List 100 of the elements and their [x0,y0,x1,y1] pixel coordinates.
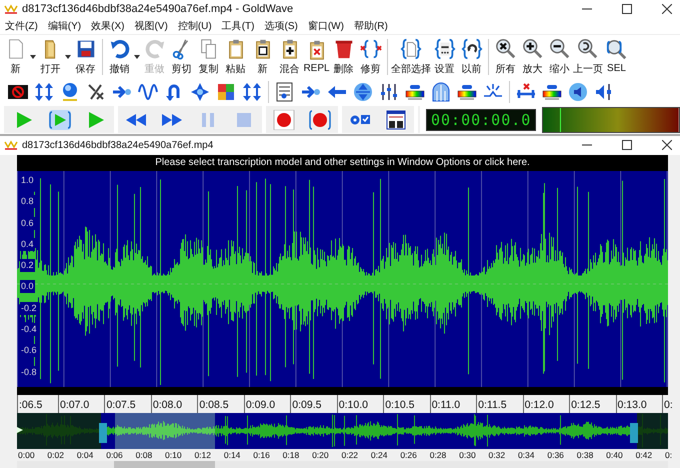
sphere-icon[interactable] [60,82,80,102]
play-bracket-icon [48,110,72,130]
toolbar-button[interactable]: 删除 [330,38,357,76]
updown-arrows-icon[interactable] [34,82,54,102]
toolbar-button[interactable]: 粘贴 [222,38,249,76]
color-square-icon[interactable] [216,82,236,102]
time-label: 0:20 [312,448,330,461]
toolbar-button[interactable]: 打开 [37,38,64,76]
caret-icon[interactable] [65,54,71,59]
toolbar-button[interactable]: 撤销 [106,38,133,76]
toolbar-button[interactable]: 复制 [195,38,222,76]
time-label: 0:12.5 [570,398,600,411]
toolbar-button[interactable]: 缩小 [546,38,573,76]
time-label: 0:24 [370,448,388,461]
star-icon[interactable] [190,82,210,102]
menu-item[interactable]: 帮助(R) [348,18,393,33]
horizontal-scrollbar[interactable] [17,460,668,468]
time-label: 0:30 [459,448,477,461]
select-dots-icon [434,38,456,60]
window-icon [384,110,408,130]
amplitude-label: 0.6 [20,216,35,230]
staff-note-icon[interactable] [275,82,295,102]
time-label: 0:26 [400,448,418,461]
sine-wave-icon[interactable] [138,82,158,102]
toolbar-button[interactable]: 保存 [72,38,99,76]
toolbar-button[interactable]: 放大 [519,38,546,76]
window-title: d8173cf136d46bdbf38a24e5490a76ef.mp4 - GoldWave [22,2,294,15]
toolbar-button[interactable]: 修剪 [357,38,384,76]
toolbar-button[interactable]: SEL [603,39,630,74]
menu-item[interactable]: 控制(U) [172,18,217,33]
cross-lines-icon[interactable] [86,82,106,102]
record-icon [272,110,296,130]
speaker-icon[interactable] [568,82,588,102]
zoom-minus-icon [548,38,570,60]
time-label: :06.5 [18,398,42,411]
sliders-icon[interactable] [379,82,399,102]
waveform-logo-icon [4,140,18,150]
menu-item[interactable]: 选项(S) [259,18,303,33]
time-label: 0:32 [488,448,506,461]
amplitude-label: 0.0 [20,280,35,294]
zoom-bracket-icon [606,39,628,62]
amplitude-label: 0.8 [20,195,35,208]
time-label: 0:12 [194,448,212,461]
time-label: 0:36 [547,448,565,461]
toolbar-button[interactable]: 新 [2,38,29,76]
four-arrows-icon[interactable] [242,82,262,102]
menu-item[interactable]: 效果(X) [86,18,130,33]
toolbar-button[interactable]: 上一页 [573,38,603,76]
time-label: 0:08.0 [152,398,182,411]
amplitude-label: -0.2 [20,302,38,315]
select-undo-icon [460,38,482,60]
time-label: 0:04 [76,448,94,461]
toolbar-button[interactable]: 剪切 [168,38,195,76]
toolbar-button[interactable]: 新 [249,38,276,76]
toolbar-button[interactable]: REPL [303,39,330,74]
time-label: 0:22 [341,448,360,461]
time-label: 0:10 [165,448,183,461]
toolbar-button[interactable]: 所有 [492,38,519,76]
time-label: 0:10.5 [384,398,414,411]
time-label: 0:16 [253,448,271,461]
maximize-icon[interactable] [622,4,632,14]
menu-item[interactable]: 窗口(W) [302,18,349,33]
arch-icon[interactable] [431,82,451,102]
amplitude-label: -0.4 [20,323,38,336]
record-bracket-icon [308,110,332,130]
menu-item[interactable]: 视图(V) [129,18,173,33]
time-label: 0:09.0 [244,398,276,411]
toolbar-button[interactable]: 混合 [276,38,303,76]
time-label: 0:40 [606,448,624,461]
info-banner[interactable]: Please select transcription model and other settings in Window Options or click here. [17,154,668,171]
time-label: 0:12.0 [524,398,554,411]
time-label: 0: [664,448,672,461]
redo-icon [144,38,166,60]
time-label: 0: [663,398,673,411]
scrollbar-thumb[interactable] [114,460,215,468]
menu-item[interactable]: 工具(T) [216,18,260,33]
time-display: 00:00:00.0 [426,108,536,131]
overview-waveform-drawing[interactable] [17,412,668,449]
speaker-slider-icon[interactable] [594,82,614,102]
maximize-icon[interactable] [622,140,632,150]
caret-icon[interactable] [134,54,140,59]
amplitude-label: 0.2 [20,259,35,272]
close-icon[interactable] [662,140,672,150]
time-label: 0:38 [576,448,594,461]
time-label: 0:14 [224,448,242,461]
close-icon[interactable] [662,4,672,14]
toolbar-button[interactable]: 以前 [458,38,485,76]
time-label: 0:09.5 [291,398,322,411]
toolbar-button[interactable]: 全部选择 [391,38,431,76]
time-label: 0:11.5 [477,398,507,411]
caret-icon[interactable] [30,54,36,59]
zoom-cross-icon [494,38,516,60]
menu-item[interactable]: 文件(Z) [0,18,43,33]
circle-arrows-icon[interactable] [353,82,373,102]
toolbar-button[interactable]: 设置 [431,38,458,76]
time-label: 0:42 [636,448,654,461]
time-label: 0:10.0 [338,398,368,411]
menu-item[interactable]: 编辑(Y) [42,18,86,33]
time-label: 0:28 [430,448,448,461]
amplitude-label: -0.6 [20,344,38,358]
